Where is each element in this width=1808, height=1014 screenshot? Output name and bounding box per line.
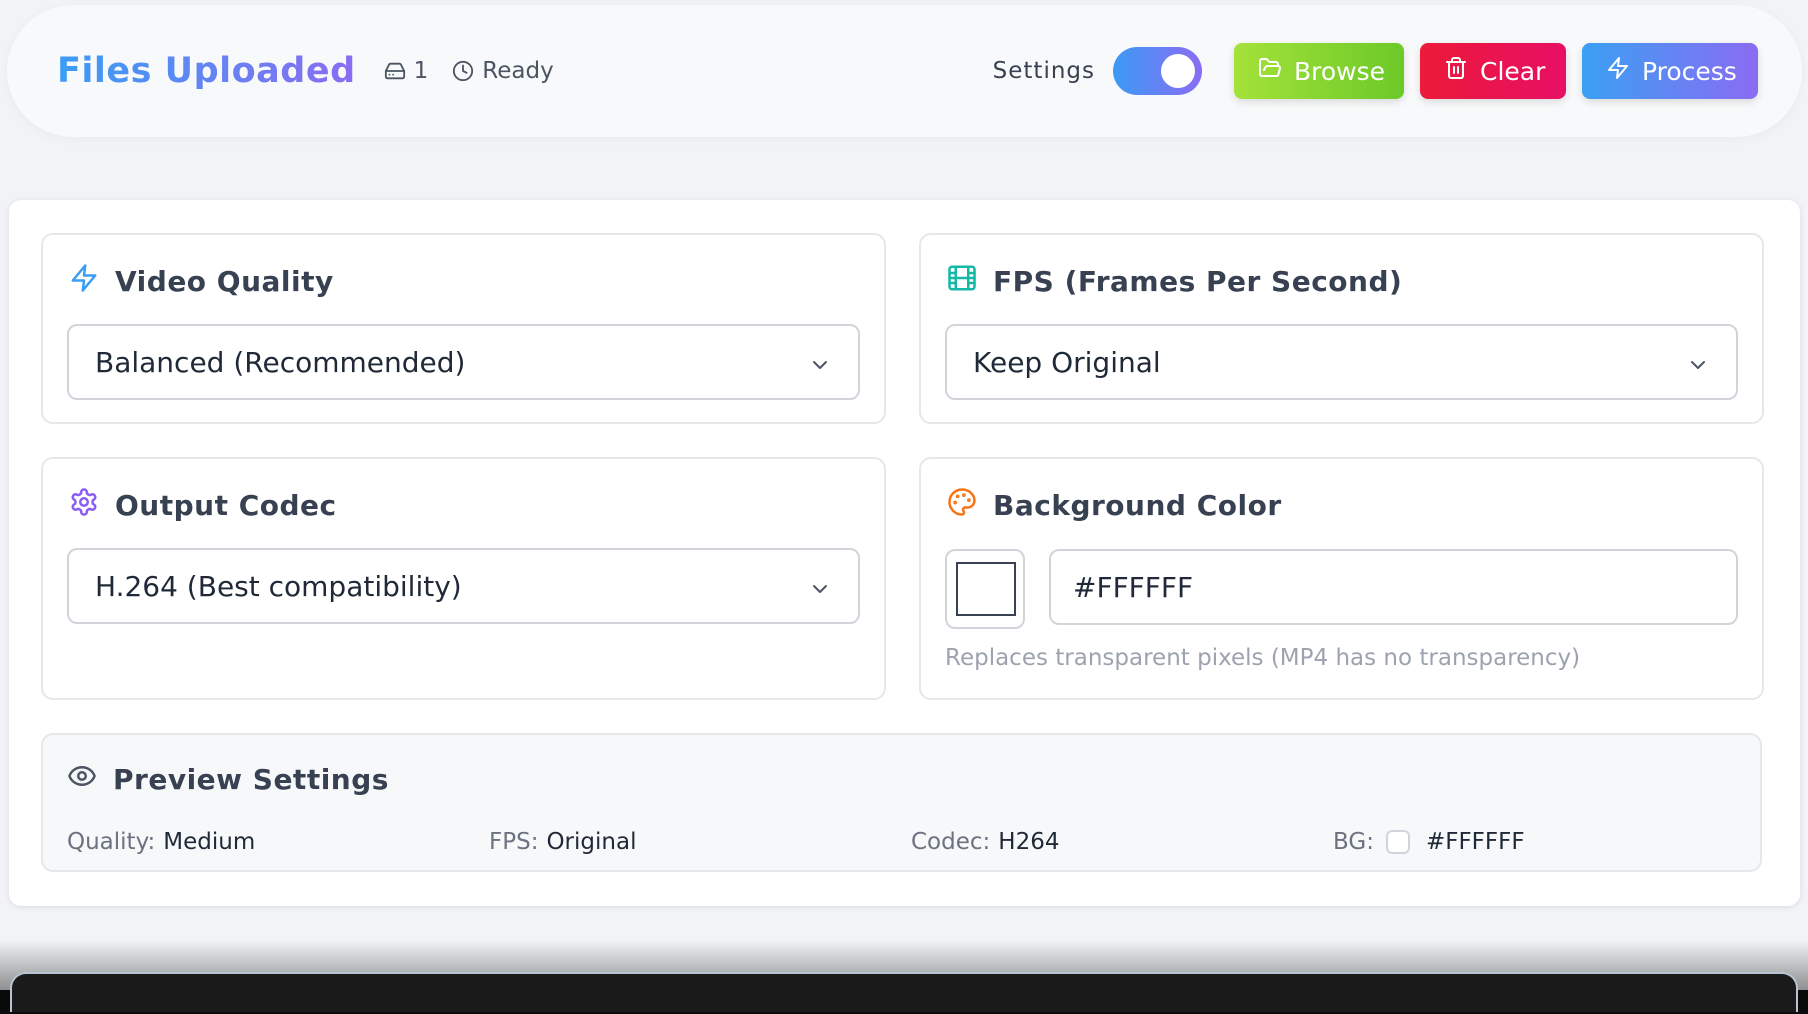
fps-card: FPS (Frames Per Second) Keep Original [919,233,1764,424]
background-hint: Replaces transparent pixels (MP4 has no … [945,645,1581,671]
preview-quality: Quality: Medium [67,829,255,855]
trash-icon [1444,56,1468,86]
preview-bg-swatch [1385,830,1410,854]
settings-toggle[interactable] [1113,47,1202,95]
chevron-down-icon [808,351,832,384]
preview-bg: BG: #FFFFFF [1333,829,1525,855]
preview-fps: FPS: Original [489,829,636,855]
settings-panel: Video Quality Balanced (Recommended) FPS… [9,200,1800,906]
output-codec-select[interactable]: H.264 (Best compatibility) [67,548,860,624]
fps-select[interactable]: Keep Original [945,324,1738,400]
file-count-value: 1 [413,58,429,84]
toggle-knob [1161,54,1195,88]
video-quality-card: Video Quality Balanced (Recommended) [41,233,886,424]
file-count: 1 [384,58,429,84]
page-title: Files Uploaded [57,51,356,91]
preview-settings: Preview Settings Quality: Medium FPS: Or… [41,733,1762,872]
hex-color-value: #FFFFFF [1073,570,1194,604]
browse-label: Browse [1294,56,1386,86]
preview-codec-label: Codec: [911,829,991,855]
hard-drive-icon [384,60,406,82]
fps-value: Keep Original [973,345,1161,379]
background-color-label: Background Color [993,489,1282,522]
video-quality-value: Balanced (Recommended) [95,345,466,379]
background-color-title: Background Color [947,487,1282,524]
folder-open-icon [1258,56,1282,86]
process-button[interactable]: Process [1582,43,1758,99]
clock-icon [452,60,474,82]
preview-bg-value: #FFFFFF [1425,829,1525,855]
gear-icon [69,487,99,524]
preview-fps-label: FPS: [489,829,539,855]
fps-title: FPS (Frames Per Second) [947,263,1402,300]
preview-quality-label: Quality: [67,829,156,855]
preview-codec-value: H264 [998,829,1060,855]
output-codec-card: Output Codec H.264 (Best compatibility) [41,457,886,700]
process-label: Process [1642,56,1737,86]
palette-icon [947,487,977,524]
hex-color-input[interactable]: #FFFFFF [1049,549,1738,625]
header-meta: 1 Ready [384,58,578,84]
video-quality-select[interactable]: Balanced (Recommended) [67,324,860,400]
preview-codec: Codec: H264 [911,829,1059,855]
zap-icon [1606,56,1630,86]
clear-label: Clear [1480,56,1546,86]
preview-fps-value: Original [546,829,637,855]
eye-icon [67,761,97,798]
chevron-down-icon [808,575,832,608]
zap-icon [69,263,99,300]
fps-label: FPS (Frames Per Second) [993,265,1403,298]
header-bar: Files Uploaded 1 Ready Settings Browse C… [7,5,1802,137]
video-quality-title: Video Quality [69,263,334,300]
next-card-edge [10,972,1798,1012]
color-picker-button[interactable] [945,549,1025,629]
preview-bg-label: BG: [1333,829,1374,855]
clear-button[interactable]: Clear [1420,43,1566,99]
settings-label: Settings [992,58,1095,84]
background-color-card: Background Color #FFFFFF Replaces transp… [919,457,1764,700]
output-codec-value: H.264 (Best compatibility) [95,569,462,603]
browse-button[interactable]: Browse [1234,43,1404,99]
preview-settings-title: Preview Settings [67,761,389,798]
status: Ready [452,58,554,84]
color-swatch [956,562,1016,616]
film-icon [947,263,977,300]
video-quality-label: Video Quality [115,265,334,298]
preview-settings-label: Preview Settings [113,763,389,796]
output-codec-label: Output Codec [115,489,337,522]
status-text: Ready [482,58,554,84]
chevron-down-icon [1686,351,1710,384]
output-codec-title: Output Codec [69,487,337,524]
preview-quality-value: Medium [163,829,256,855]
